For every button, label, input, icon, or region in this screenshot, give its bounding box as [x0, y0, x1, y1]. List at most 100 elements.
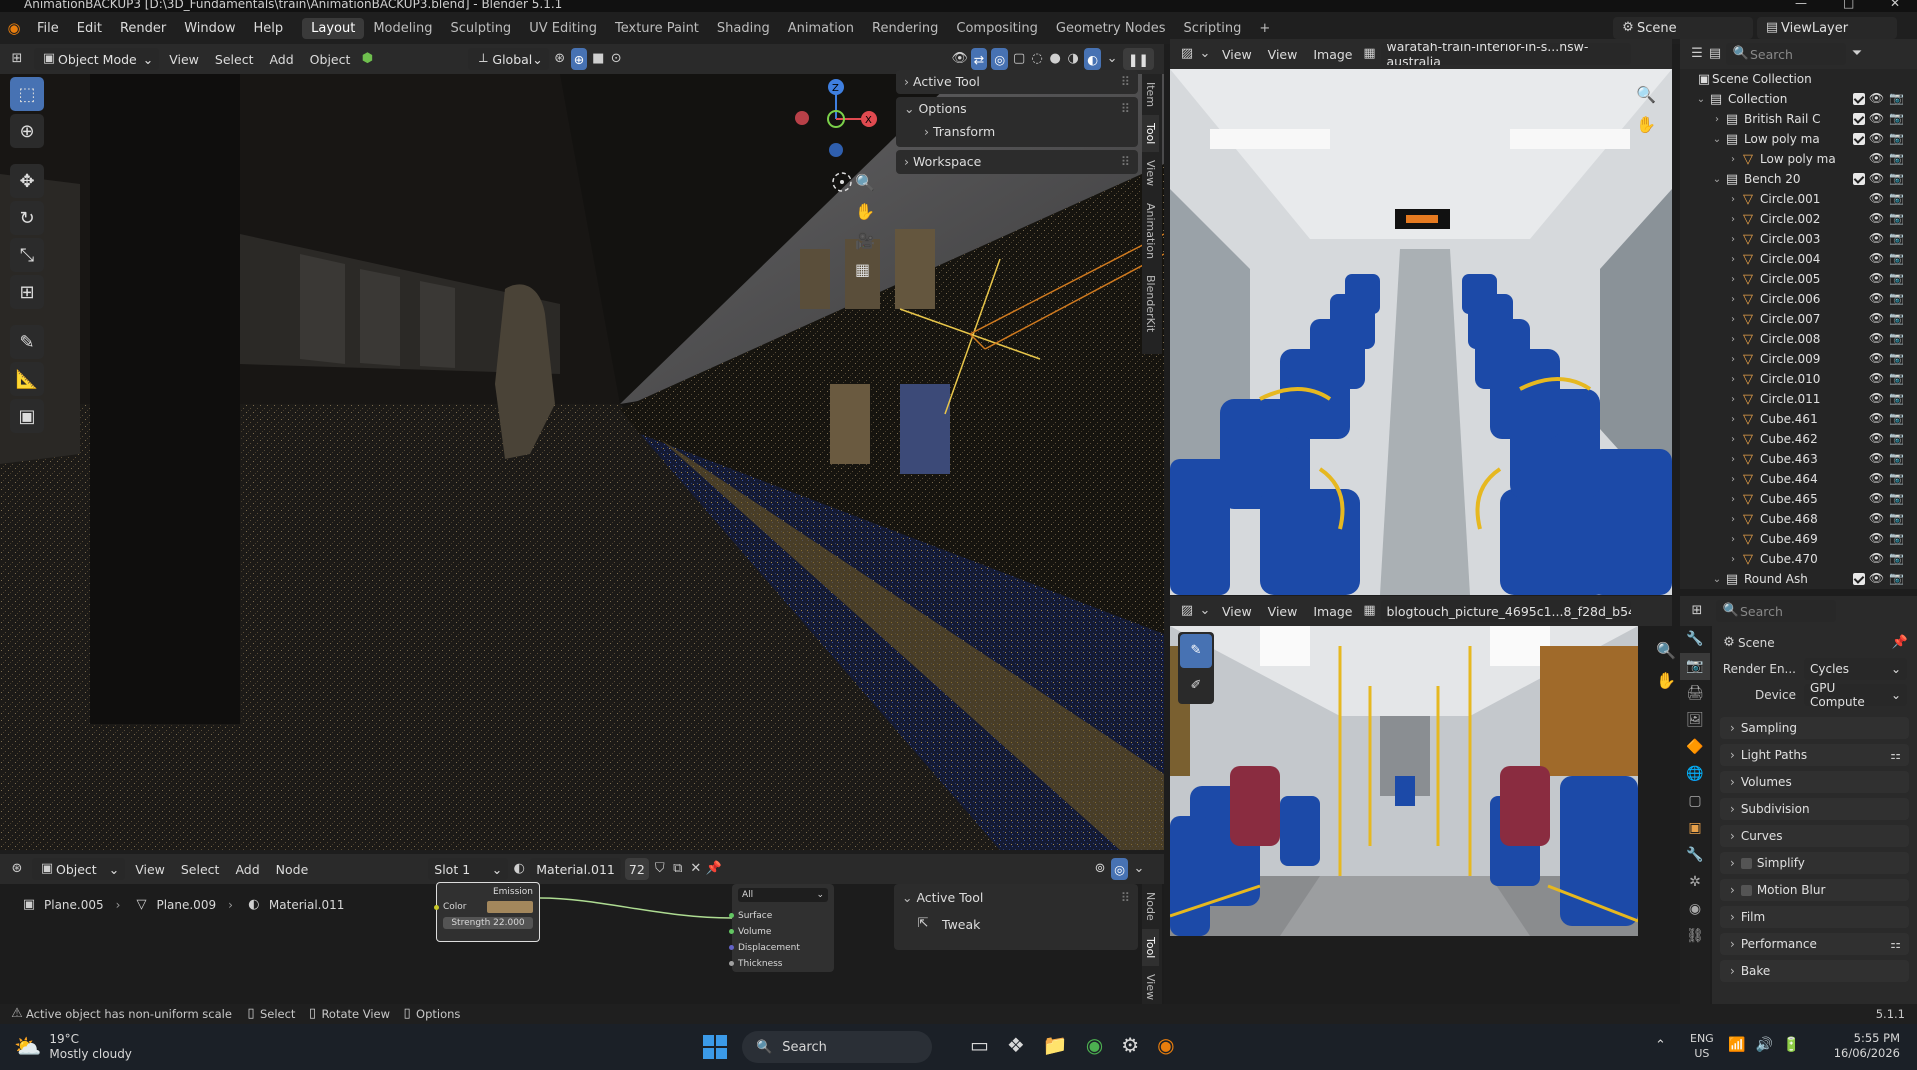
- render-camera-icon[interactable]: 📷: [1889, 311, 1909, 325]
- duplicate-material-icon[interactable]: ⧉: [669, 860, 687, 878]
- viewlayer-selector[interactable]: ▤ ViewLayer: [1757, 17, 1897, 39]
- snap-target-icon[interactable]: ■: [589, 50, 607, 68]
- emission-node[interactable]: Emission Color Strength 22.000: [434, 882, 540, 942]
- image-top-menu-view[interactable]: View: [1260, 47, 1306, 62]
- eye-icon[interactable]: 👁: [1869, 531, 1889, 545]
- image-top-menu-view-mode[interactable]: View: [1214, 47, 1260, 62]
- reference-image-bottom[interactable]: [1170, 626, 1638, 936]
- transform-tool-icon[interactable]: ⊞: [10, 275, 44, 309]
- reference-image-top[interactable]: [1170, 69, 1672, 595]
- collapse-chevron-icon[interactable]: ›: [1726, 154, 1740, 165]
- emission-strength-field[interactable]: Strength 22.000: [443, 917, 533, 929]
- pin-node-tree-icon[interactable]: 📌: [705, 860, 723, 878]
- copilot-icon[interactable]: ❖: [1007, 1033, 1025, 1057]
- visibility-toggles[interactable]: 👁📷: [1869, 191, 1909, 205]
- tab-modeling[interactable]: Modeling: [364, 18, 441, 39]
- outliner-object-row[interactable]: › ▽ Circle.009 👁📷: [1680, 349, 1917, 369]
- render-camera-icon[interactable]: 📷: [1889, 411, 1909, 425]
- node-menu-add[interactable]: Add: [227, 862, 267, 877]
- image-bottom-zoom-icon[interactable]: 🔍: [1656, 636, 1676, 666]
- pivot-icon[interactable]: ⊛: [551, 50, 569, 68]
- node-overlay-toggle[interactable]: ◎: [1111, 858, 1128, 880]
- render-camera-icon[interactable]: 📷: [1889, 231, 1909, 245]
- render-camera-icon[interactable]: 📷: [1889, 271, 1909, 285]
- measure-tool-icon[interactable]: 📐: [10, 362, 44, 396]
- tab-blenderkit[interactable]: BlenderKit: [1142, 267, 1159, 340]
- tab-tool[interactable]: Tool: [1142, 115, 1159, 153]
- collapse-chevron-icon[interactable]: ›: [1726, 294, 1740, 305]
- tab-scripting[interactable]: Scripting: [1175, 18, 1251, 39]
- render-camera-icon[interactable]: 📷: [1889, 291, 1909, 305]
- node-menu-node[interactable]: Node: [268, 862, 317, 877]
- visibility-toggles[interactable]: 👁📷: [1852, 91, 1909, 105]
- expand-chevron-icon[interactable]: ⌄: [1710, 174, 1724, 185]
- node-editor-canvas[interactable]: ▣ Plane.005 › ▽ Plane.009 › ◐ Material.0…: [0, 882, 1164, 1004]
- visibility-toggles[interactable]: 👁📷: [1852, 111, 1909, 125]
- presets-icon[interactable]: ⚏: [1890, 937, 1901, 951]
- render-camera-icon[interactable]: 📷: [1889, 551, 1909, 565]
- outliner-object-row[interactable]: › ▽ Circle.006 👁📷: [1680, 289, 1917, 309]
- eye-icon[interactable]: 👁: [1869, 291, 1889, 305]
- render-camera-icon[interactable]: 📷: [1889, 151, 1909, 165]
- outliner-object-row[interactable]: › ▽ Circle.011 👁📷: [1680, 389, 1917, 409]
- visibility-toggles[interactable]: 👁📷: [1869, 271, 1909, 285]
- pan-hand-icon[interactable]: ✋: [855, 197, 875, 226]
- snap-toggle[interactable]: ⊕: [570, 48, 588, 70]
- render-camera-icon[interactable]: 📷: [1889, 571, 1909, 585]
- collapse-chevron-icon[interactable]: ›: [1726, 414, 1740, 425]
- expand-chevron-icon[interactable]: ⌄: [1694, 94, 1708, 105]
- viewport-menu-select[interactable]: Select: [207, 52, 262, 67]
- image-bottom-menu-view[interactable]: View: [1260, 604, 1306, 619]
- outliner-object-row[interactable]: › ▽ Circle.007 👁📷: [1680, 309, 1917, 329]
- visibility-toggles[interactable]: 👁📷: [1869, 371, 1909, 385]
- file-explorer-icon[interactable]: 📁: [1043, 1033, 1068, 1057]
- panel-bake[interactable]: › Bake: [1720, 960, 1909, 982]
- outliner-collection-row[interactable]: ⌄ ▤ Bench 20 👁📷: [1680, 169, 1917, 189]
- visibility-toggles[interactable]: 👁📷: [1869, 331, 1909, 345]
- sample-tool-icon[interactable]: ✎: [1180, 634, 1212, 668]
- start-button[interactable]: [700, 1032, 730, 1062]
- render-camera-icon[interactable]: 📷: [1889, 171, 1909, 185]
- blender-taskbar-icon[interactable]: ◉: [1157, 1033, 1174, 1057]
- visibility-toggles[interactable]: 👁📷: [1869, 551, 1909, 565]
- node-editor-type-icon[interactable]: ⊛: [8, 860, 26, 878]
- collapse-chevron-icon[interactable]: ›: [1726, 474, 1740, 485]
- visibility-toggles[interactable]: 👁📷: [1852, 171, 1909, 185]
- outliner-object-row[interactable]: › ▽ Cube.461 👁📷: [1680, 409, 1917, 429]
- zoom-icon[interactable]: 🔍: [855, 168, 875, 197]
- unlink-material-icon[interactable]: ✕: [687, 860, 705, 878]
- render-camera-icon[interactable]: 📷: [1889, 251, 1909, 265]
- menu-help[interactable]: Help: [245, 21, 293, 36]
- render-camera-icon[interactable]: 📷: [1889, 471, 1909, 485]
- render-camera-icon[interactable]: 📷: [1889, 531, 1909, 545]
- panel-light-paths[interactable]: › Light Paths ⚏: [1720, 744, 1909, 766]
- physics-properties-icon[interactable]: ◉: [1680, 896, 1710, 923]
- eye-icon[interactable]: 👁: [1869, 471, 1889, 485]
- node-object-selector[interactable]: ▣ Object ⌄: [32, 858, 126, 880]
- tab-texture-paint[interactable]: Texture Paint: [606, 18, 708, 39]
- collapse-chevron-icon[interactable]: ›: [1726, 274, 1740, 285]
- image-top-pan-icon[interactable]: ✋: [1636, 110, 1656, 140]
- collapse-chevron-icon[interactable]: ›: [1726, 314, 1740, 325]
- tab-node[interactable]: Node: [1142, 884, 1159, 929]
- panel-film[interactable]: › Film: [1720, 906, 1909, 928]
- collapse-chevron-icon[interactable]: ›: [1726, 374, 1740, 385]
- visibility-toggles[interactable]: 👁📷: [1869, 231, 1909, 245]
- tab-sculpting[interactable]: Sculpting: [441, 18, 520, 39]
- image-browse-icon-2[interactable]: ▦: [1361, 602, 1379, 620]
- eye-icon[interactable]: 👁: [1869, 231, 1889, 245]
- visibility-toggles[interactable]: 👁📷: [1869, 471, 1909, 485]
- scale-tool-icon[interactable]: ⤡: [10, 238, 44, 272]
- render-camera-icon[interactable]: 📷: [1889, 511, 1909, 525]
- outliner-collection-row[interactable]: › ▤ British Rail C 👁📷: [1680, 109, 1917, 129]
- viewport-menu-add[interactable]: Add: [261, 52, 301, 67]
- eye-icon[interactable]: 👁: [1869, 511, 1889, 525]
- render-camera-icon[interactable]: 📷: [1889, 131, 1909, 145]
- socket-displacement[interactable]: Displacement: [729, 940, 828, 956]
- visibility-toggles[interactable]: 👁📷: [1869, 311, 1909, 325]
- collapse-chevron-icon[interactable]: ›: [1726, 254, 1740, 265]
- add-cube-tool-icon[interactable]: ▣: [10, 399, 44, 433]
- visibility-toggles[interactable]: 👁📷: [1869, 531, 1909, 545]
- outliner-object-row[interactable]: › ▽ Cube.462 👁📷: [1680, 429, 1917, 449]
- proportional-edit-icon[interactable]: ⊙: [607, 50, 625, 68]
